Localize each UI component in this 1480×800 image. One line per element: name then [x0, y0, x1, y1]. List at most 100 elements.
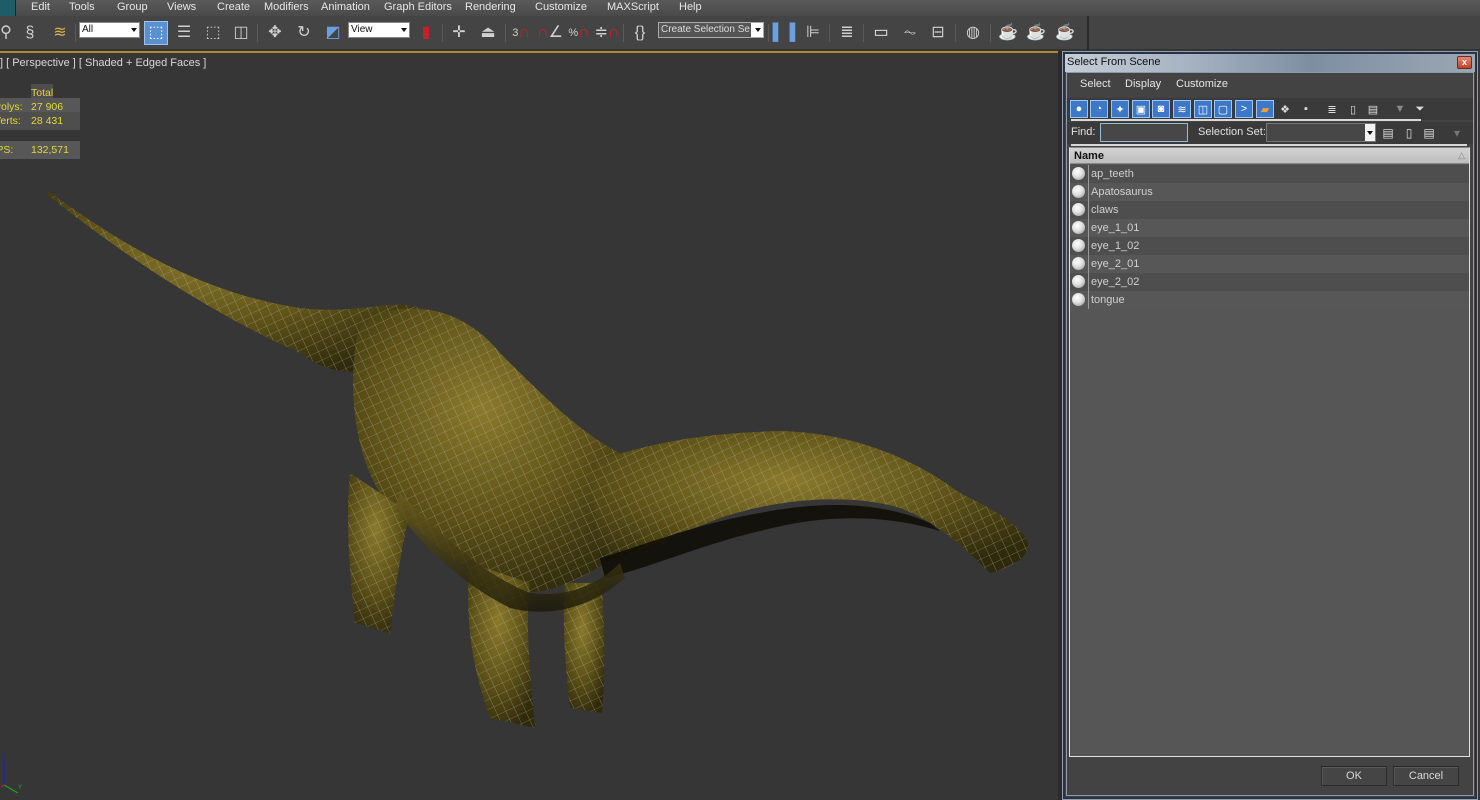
find-label: Find:	[1071, 126, 1096, 138]
list-item[interactable]: claws	[1070, 201, 1469, 219]
select-manipulate-icon[interactable]: ✛	[447, 21, 471, 45]
menu-modifiers[interactable]: Modifiers	[264, 1, 309, 13]
menu-views[interactable]: Views	[167, 1, 196, 13]
close-icon[interactable]: x	[1457, 56, 1472, 69]
cancel-button[interactable]: Cancel	[1393, 766, 1459, 786]
window-crossing-icon[interactable]: ◫	[229, 21, 253, 45]
select-invert-icon[interactable]: ▤	[1421, 124, 1437, 141]
select-scale-icon[interactable]: ◩	[321, 21, 345, 45]
row-divider	[1088, 273, 1089, 291]
more-options-icon[interactable]: ▾	[1449, 124, 1465, 141]
display-containers-icon[interactable]: ▰	[1256, 100, 1274, 118]
list-item[interactable]: eye_1_02	[1070, 237, 1469, 255]
list-item[interactable]: eye_1_01	[1070, 219, 1469, 237]
link-icon[interactable]: ⚲	[0, 21, 18, 45]
scene-explorer-icon[interactable]: ▭	[869, 21, 893, 45]
toolbar-separator	[829, 24, 830, 42]
layer-manager-icon[interactable]: ≣	[835, 21, 859, 45]
filter-icon[interactable]: ▼	[1391, 100, 1409, 118]
menu-create[interactable]: Create	[217, 1, 250, 13]
select-rotate-icon[interactable]: ↻	[292, 21, 316, 45]
filter-options-icon[interactable]: ⏷	[1411, 100, 1429, 118]
material-editor-icon[interactable]: ◍	[961, 21, 985, 45]
menu-tools[interactable]: Tools	[69, 1, 95, 13]
display-frozen-icon[interactable]: ❖	[1276, 100, 1294, 118]
menu-help[interactable]: Help	[679, 1, 702, 13]
dialog-menu-select[interactable]: Select	[1080, 78, 1111, 90]
display-cameras-icon[interactable]: ▣	[1132, 100, 1150, 118]
align-icon[interactable]: ⊫	[801, 21, 825, 45]
dialog-title: Select From Scene	[1067, 56, 1161, 68]
list-item[interactable]: tongue	[1070, 291, 1469, 309]
display-bones-icon[interactable]: >	[1235, 100, 1253, 118]
geometry-object-icon	[1072, 185, 1085, 198]
select-by-name-icon[interactable]: ☰	[172, 21, 196, 45]
bind-space-warp-icon[interactable]: ≋	[48, 21, 72, 45]
menu-animation[interactable]: Animation	[321, 1, 370, 13]
select-object-icon[interactable]: ⬚	[144, 21, 168, 45]
toolbar-end-separator	[1087, 16, 1089, 50]
display-lights-icon[interactable]: ✦	[1111, 100, 1129, 118]
display-shapes-icon[interactable]: ◔	[1090, 100, 1108, 118]
select-none-icon[interactable]: ▯	[1401, 124, 1417, 141]
selection-set-dropdown[interactable]	[1266, 123, 1376, 142]
selection-filter-dropdown[interactable]: All	[79, 22, 140, 38]
find-input[interactable]	[1100, 123, 1188, 142]
curve-editor-icon[interactable]: ⏦	[898, 21, 922, 45]
named-selection-value: Create Selection Se	[661, 24, 750, 35]
geometry-object-icon	[1072, 239, 1085, 252]
ok-button[interactable]: OK	[1321, 766, 1387, 786]
display-all-icon[interactable]: ≣	[1323, 100, 1341, 118]
display-none-icon[interactable]: ▯	[1344, 100, 1362, 118]
rectangular-selection-icon[interactable]: ⬚	[201, 21, 225, 45]
render-production-icon[interactable]: ☕	[1053, 21, 1077, 45]
row-divider	[1088, 165, 1089, 183]
angle-snap-icon[interactable]: ∩ ∠	[537, 21, 563, 45]
display-xrefs-icon[interactable]: ▢	[1214, 100, 1232, 118]
invert-display-icon[interactable]: ▤	[1364, 100, 1382, 118]
menu-group[interactable]: Group	[117, 1, 148, 13]
display-groups-icon[interactable]: ◫	[1194, 100, 1212, 118]
toolbar-separator	[257, 24, 258, 42]
keyboard-shortcut-override-icon[interactable]: ⏏	[476, 21, 500, 45]
toolbar-separator	[990, 24, 991, 42]
menu-rendering[interactable]: Rendering	[465, 1, 516, 13]
reference-coordinate-dropdown[interactable]: View	[348, 22, 410, 38]
pivot-center-icon[interactable]: ▮	[414, 21, 438, 45]
dialog-menu-display[interactable]: Display	[1125, 78, 1161, 90]
name-column-header[interactable]: Name △	[1070, 148, 1469, 164]
list-item[interactable]: eye_2_02	[1070, 273, 1469, 291]
display-hidden-icon[interactable]: ▪	[1297, 100, 1315, 118]
list-item[interactable]: Apatosaurus	[1070, 183, 1469, 201]
rendered-frame-window-icon[interactable]: ☕	[1024, 21, 1048, 45]
menu-edit[interactable]: Edit	[31, 1, 50, 13]
percent-snap-icon[interactable]: % ∩	[567, 21, 591, 45]
edit-named-selection-icon[interactable]: {}	[628, 21, 652, 45]
dialog-title-bar[interactable]: Select From Scene x	[1065, 54, 1475, 72]
object-rows: ap_teeth Apatosaurus claws eye_1_01 eye_1_02…	[1070, 165, 1469, 309]
scene-object-list[interactable]: Name △ ap_teeth Apatosaurus claws eye_1_01e…	[1069, 147, 1470, 757]
dialog-menu-customize[interactable]: Customize	[1176, 78, 1228, 90]
display-space-warps-icon[interactable]: ≋	[1173, 100, 1191, 118]
mirror-icon[interactable]: ▌▐	[772, 21, 796, 45]
apatosaurus-model	[48, 191, 1029, 728]
menu-maxscript[interactable]: MAXScript	[607, 1, 659, 13]
named-selection-dropdown[interactable]: Create Selection Se	[658, 22, 764, 38]
display-geometry-icon[interactable]: ●	[1070, 100, 1088, 118]
object-name: eye_1_02	[1091, 240, 1140, 252]
app-button[interactable]	[0, 0, 16, 16]
viewport-label[interactable]: ] [ Perspective ] [ Shaded + Edged Faces…	[0, 57, 206, 69]
spinner-snap-icon[interactable]: ≑ ∩	[595, 21, 620, 45]
select-all-icon[interactable]: ▤	[1380, 124, 1396, 141]
list-item[interactable]: ap_teeth	[1070, 165, 1469, 183]
perspective-viewport[interactable]: ] [ Perspective ] [ Shaded + Edged Faces…	[0, 51, 1058, 800]
snap-3d-icon[interactable]: 3 ∩	[509, 21, 533, 45]
select-move-icon[interactable]: ✥	[263, 21, 287, 45]
unlink-icon[interactable]: §	[18, 21, 42, 45]
menu-graph-editors[interactable]: Graph Editors	[384, 1, 452, 13]
display-helpers-icon[interactable]: ◙	[1152, 100, 1170, 118]
render-setup-icon[interactable]: ☕	[996, 21, 1020, 45]
list-item[interactable]: eye_2_01	[1070, 255, 1469, 273]
schematic-view-icon[interactable]: ⊟	[926, 21, 950, 45]
menu-customize[interactable]: Customize	[535, 1, 587, 13]
